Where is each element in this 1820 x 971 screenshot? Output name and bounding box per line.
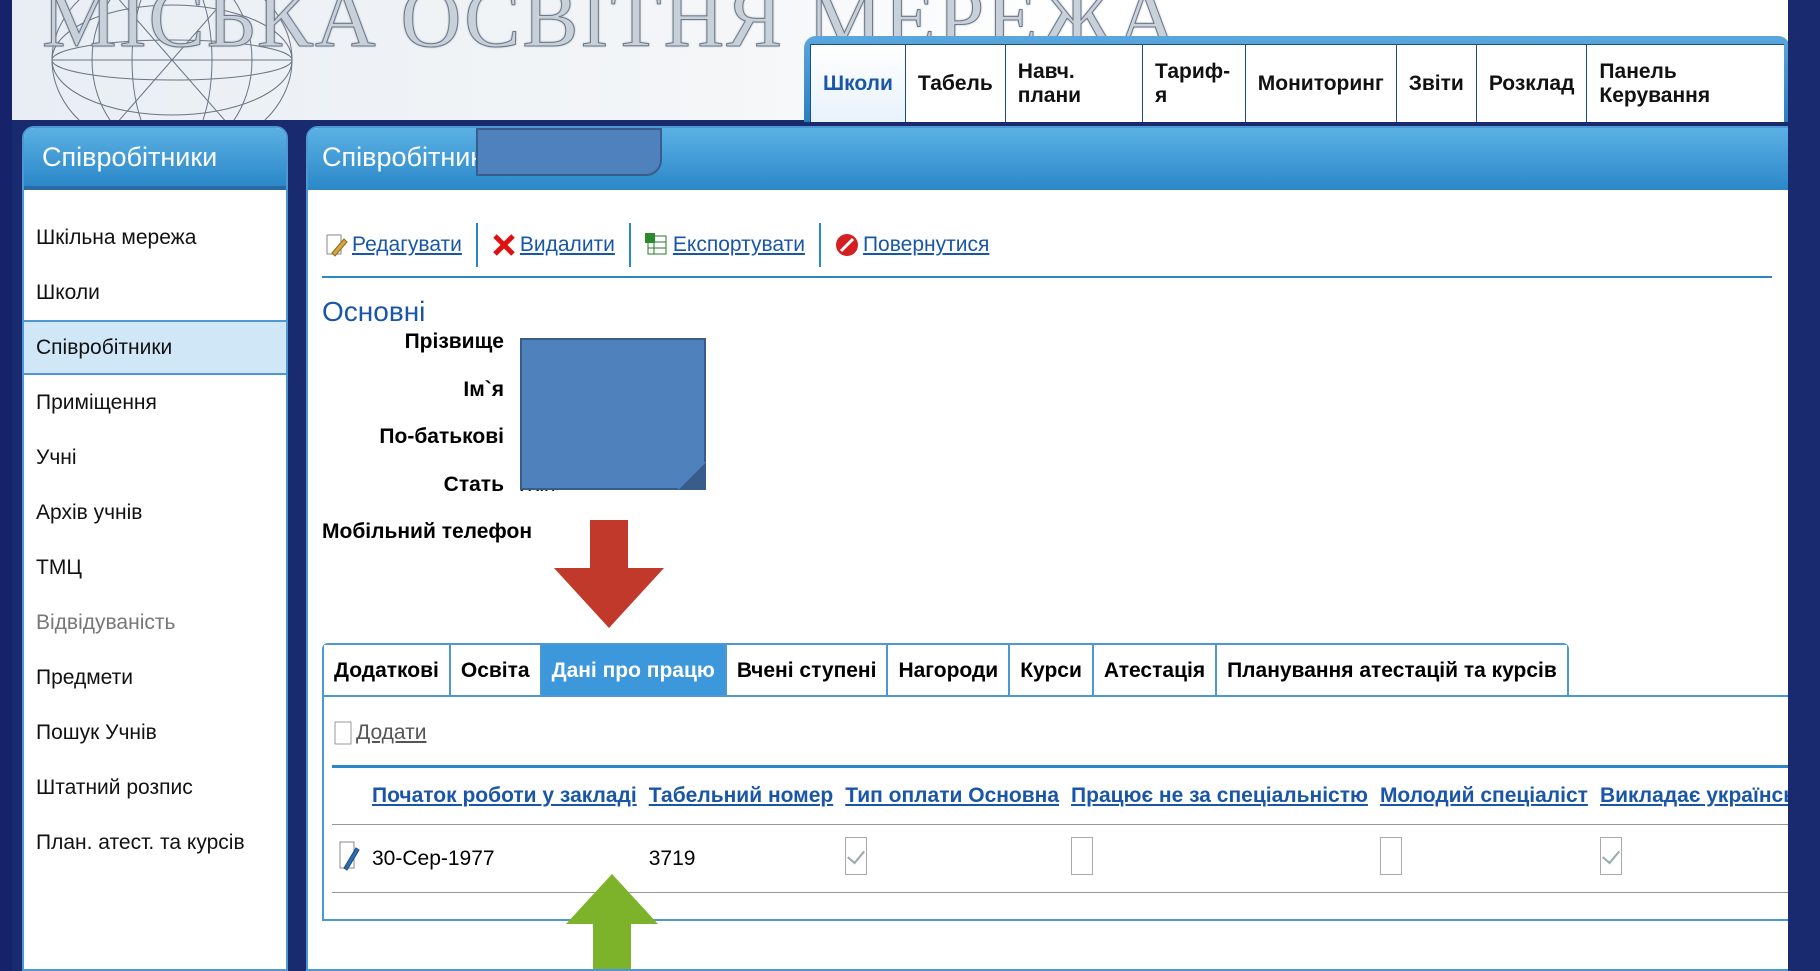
sidebar: Співробітники Шкільна мережа Школи Співроб… [22,126,288,971]
tab-awards[interactable]: Нагороди [888,645,1011,697]
column-header-teaches-ukrainian[interactable]: Викладає українською [1593,765,1808,825]
back-label: Повернутися [862,233,990,256]
redaction-block [520,338,706,490]
nav-tab-schools[interactable]: Школи [810,44,905,122]
panel-title-text: Співробітник: [322,142,490,172]
column-header-start-date[interactable]: Початок роботи у закладі [366,765,643,825]
edit-button[interactable]: Редагувати [322,223,478,267]
column-header-tab-number[interactable]: Табельний номер [642,765,840,825]
tab-courses[interactable]: Курси [1010,645,1094,697]
edit-row-icon [339,841,360,871]
gender-label: Стать [443,473,504,496]
window-frame-right [1788,0,1820,971]
sidebar-item-staff[interactable]: Співробітники [24,320,286,375]
nav-tab-control-panel[interactable]: Панель Керування [1586,44,1784,122]
nav-tab-schedule[interactable]: Розклад [1475,44,1587,122]
back-button[interactable]: Повернутися [821,223,1003,267]
delete-icon [493,234,515,256]
tab-number-cell: 3719 [642,824,840,893]
detail-tabs: Додаткові Освіта Дані про працю Вчені ступе… [322,643,1569,697]
row-edit-cell[interactable] [332,824,366,893]
edit-icon [326,234,348,257]
edit-label: Редагувати [352,233,462,256]
add-button[interactable]: Додати [334,721,427,745]
not-specialty-checkbox-cell [1065,824,1374,893]
column-header-young-specialist[interactable]: Молодий спеціаліст [1373,765,1594,825]
sidebar-item-school-network[interactable]: Шкільна мережа [24,210,286,265]
arrow-up-icon [566,874,658,969]
teaches-ukrainian-checkbox-cell [1593,824,1808,893]
main-panel: Співробітник: Редагувати Видалити Експор… [306,126,1810,971]
name-label: Ім`я [463,378,504,401]
surname-label: Прізвище [404,330,504,353]
nav-tab-timesheet[interactable]: Табель [904,44,1005,122]
record-toolbar: Редагувати Видалити Експортувати Поверну… [322,214,1772,278]
tab-work-data[interactable]: Дані про працю [541,645,727,697]
table-row: 30-Сер-1977 3719 [332,824,1808,893]
sidebar-item-subjects[interactable]: Предмети [24,650,286,705]
nav-tab-monitoring[interactable]: Мониторинг [1244,44,1396,122]
arrow-down-icon [554,520,664,628]
tab-additional[interactable]: Додаткові [324,645,451,697]
sidebar-item-students[interactable]: Учні [24,430,286,485]
teaches-ukrainian-checkbox[interactable] [1599,836,1622,875]
section-title: Основні [322,296,426,327]
tab-education[interactable]: Освіта [450,645,542,697]
export-label: Експортувати [672,233,805,256]
work-data-panel: Додати Початок роботи у закладі Табельний… [322,695,1808,921]
sidebar-menu: Шкільна мережа Школи Співробітники Приміщен… [24,190,286,870]
column-header-not-specialty[interactable]: Працює не за спеціальністю [1065,765,1374,825]
new-document-icon [334,721,352,745]
delete-label: Видалити [519,233,615,256]
main-nav: Школи Табель Навч. плани Тариф-я Мониторинг З… [804,36,1790,122]
sidebar-item-student-search[interactable]: Пошук Учнів [24,705,286,760]
export-button[interactable]: Експортувати [631,223,821,267]
sidebar-item-premises[interactable]: Приміщення [24,375,286,430]
nav-tab-curricula[interactable]: Навч. плани [1004,44,1143,122]
edit-column-header [332,765,366,825]
sidebar-title: Співробітники [24,128,286,190]
redaction-block [476,128,662,176]
nav-tab-reports[interactable]: Звіти [1395,44,1476,122]
nav-tab-tariffing[interactable]: Тариф-я [1142,44,1245,122]
excel-export-icon [644,233,667,255]
young-specialist-checkbox-cell [1373,824,1594,893]
work-data-table: Початок роботи у закладі Табельний номер Т… [332,765,1808,893]
not-specialty-checkbox[interactable] [1071,836,1094,875]
patronymic-label: По-батькові [379,425,504,448]
sidebar-item-inventory[interactable]: ТМЦ [24,540,286,595]
tab-attestation[interactable]: Атестація [1093,645,1218,697]
column-header-pay-type-main[interactable]: Тип оплати Основна [839,765,1066,825]
sidebar-item-students-archive[interactable]: Архів учнів [24,485,286,540]
sidebar-item-attestation-plan[interactable]: План. атест. та курсів [24,815,286,870]
sidebar-item-schools[interactable]: Школи [24,265,286,320]
window-frame-left [0,0,12,971]
sidebar-item-staff-schedule[interactable]: Штатний розпис [24,760,286,815]
delete-button[interactable]: Видалити [478,223,631,267]
panel-title: Співробітник: [308,128,1808,190]
mobile-label: Мобільний телефон [322,520,533,543]
tab-attestation-planning[interactable]: Планування атестацій та курсів [1217,645,1567,697]
pay-main-checkbox[interactable] [845,836,868,875]
sidebar-item-attendance[interactable]: Відвідуваність [24,595,286,650]
tab-degrees[interactable]: Вчені ступені [726,645,889,697]
pay-main-checkbox-cell [839,824,1066,893]
young-specialist-checkbox[interactable] [1379,836,1402,875]
add-label: Додати [356,721,427,744]
back-icon [835,234,858,256]
